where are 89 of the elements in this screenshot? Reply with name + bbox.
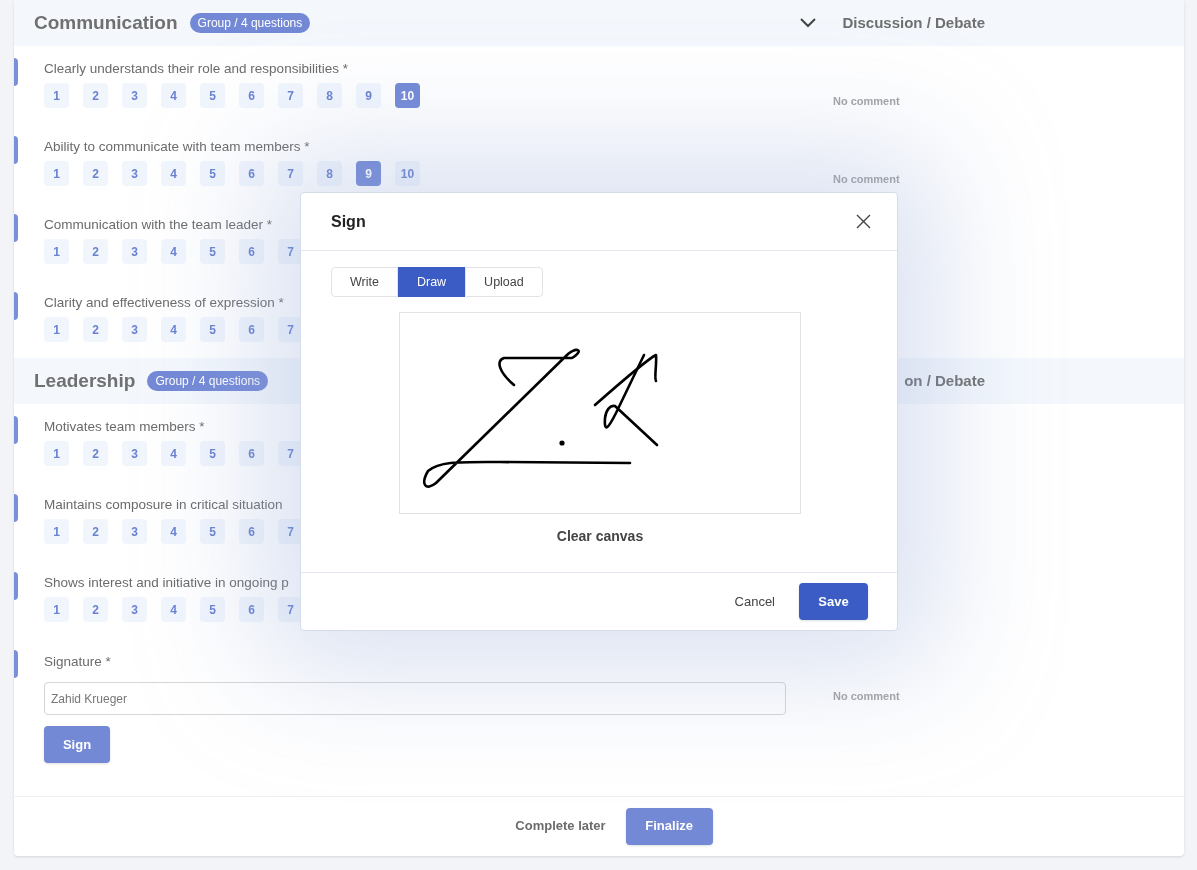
score-option[interactable]: 1 [44, 441, 69, 466]
score-option[interactable]: 3 [122, 83, 147, 108]
score-option[interactable]: 7 [278, 161, 303, 186]
discussion-header: on / Debate [904, 372, 985, 389]
cancel-button[interactable]: Cancel [734, 591, 775, 612]
question-label: Shows interest and initiative in ongoing p [44, 574, 289, 592]
score-option[interactable]: 2 [83, 317, 108, 342]
section-title: Communication [34, 10, 178, 35]
row-accent [14, 416, 18, 444]
score-option[interactable]: 3 [122, 519, 147, 544]
question-label: Maintains composure in critical situation [44, 496, 283, 514]
question-label: Clarity and effectiveness of expression * [44, 294, 284, 312]
score-option[interactable]: 3 [122, 597, 147, 622]
score-option[interactable]: 6 [239, 441, 264, 466]
group-badge: Group / 4 questions [147, 371, 269, 391]
score-option[interactable]: 6 [239, 161, 264, 186]
score-option[interactable]: 3 [122, 161, 147, 186]
close-icon[interactable] [856, 214, 871, 229]
question-label: Communication with the team leader * [44, 216, 273, 234]
score-option[interactable]: 5 [200, 83, 225, 108]
score-option[interactable]: 5 [200, 597, 225, 622]
score-option[interactable]: 4 [161, 441, 186, 466]
score-option[interactable]: 8 [317, 83, 342, 108]
score-option[interactable]: 3 [122, 317, 147, 342]
chevron-icon[interactable] [800, 18, 816, 28]
signature-tab[interactable]: Upload [465, 267, 543, 297]
score-option[interactable]: 6 [239, 83, 264, 108]
row-accent [14, 214, 18, 242]
signature-tab[interactable]: Write [331, 267, 398, 297]
score-option[interactable]: 10 [395, 161, 420, 186]
signature-label: Signature * [44, 653, 112, 671]
row-accent [14, 650, 18, 678]
score-option[interactable]: 6 [239, 239, 264, 264]
score-option[interactable]: 4 [161, 239, 186, 264]
score-option[interactable]: 9 [356, 83, 381, 108]
score-option[interactable]: 4 [161, 83, 186, 108]
row-accent [14, 58, 18, 86]
save-button[interactable]: Save [799, 583, 868, 620]
score-option[interactable]: 6 [239, 597, 264, 622]
score-option[interactable]: 6 [239, 519, 264, 544]
score-option[interactable]: 4 [161, 161, 186, 186]
discussion-header: Discussion / Debate [842, 14, 985, 31]
row-accent [14, 494, 18, 522]
score-option[interactable]: 1 [44, 239, 69, 264]
complete-later-button[interactable]: Complete later [515, 816, 606, 836]
score-option[interactable]: 9 [356, 161, 381, 186]
question-label: Ability to communicate with team members * [44, 138, 310, 156]
group-badge: Group / 4 questions [189, 13, 311, 33]
score-option[interactable]: 2 [83, 239, 108, 264]
clear-canvas-button[interactable]: Clear canvas [556, 526, 644, 547]
row-accent [14, 136, 18, 164]
score-option[interactable]: 2 [83, 83, 108, 108]
signature-tab[interactable]: Draw [397, 267, 466, 297]
dialog-title: Sign [331, 211, 366, 232]
row-accent [14, 572, 18, 600]
score-option[interactable]: 5 [200, 317, 225, 342]
score-option[interactable]: 4 [161, 597, 186, 622]
score-option[interactable]: 4 [161, 317, 186, 342]
score-option[interactable]: 1 [44, 519, 69, 544]
score-option[interactable]: 5 [200, 519, 225, 544]
score-option[interactable]: 10 [395, 83, 420, 108]
score-option[interactable]: 2 [83, 161, 108, 186]
comment-text: No comment [833, 690, 900, 702]
score-option[interactable]: 1 [44, 597, 69, 622]
score-option[interactable]: 1 [44, 317, 69, 342]
score-option[interactable]: 6 [239, 317, 264, 342]
score-option[interactable]: 2 [83, 519, 108, 544]
score-option[interactable]: 3 [122, 441, 147, 466]
score-option[interactable]: 8 [317, 161, 342, 186]
score-option[interactable]: 4 [161, 519, 186, 544]
row-accent [14, 292, 18, 320]
sign-button[interactable]: Sign [44, 726, 110, 763]
signature-field[interactable]: Zahid Krueger [44, 682, 786, 715]
score-option[interactable]: 1 [44, 161, 69, 186]
score-option[interactable]: 2 [83, 597, 108, 622]
score-option[interactable]: 7 [278, 83, 303, 108]
score-option[interactable]: 5 [200, 161, 225, 186]
comment-text: No comment [833, 95, 900, 107]
score-option[interactable]: 2 [83, 441, 108, 466]
score-option[interactable]: 5 [200, 239, 225, 264]
question-label: Motivates team members * [44, 418, 205, 436]
score-option[interactable]: 1 [44, 83, 69, 108]
section-title: Leadership [34, 368, 136, 393]
finalize-button[interactable]: Finalize [625, 807, 713, 845]
question-label: Clearly understands their role and responsibilities * [44, 60, 348, 78]
drawing-canvas[interactable] [399, 312, 801, 514]
score-option[interactable]: 5 [200, 441, 225, 466]
score-option[interactable]: 3 [122, 239, 147, 264]
comment-text: No comment [833, 173, 900, 185]
